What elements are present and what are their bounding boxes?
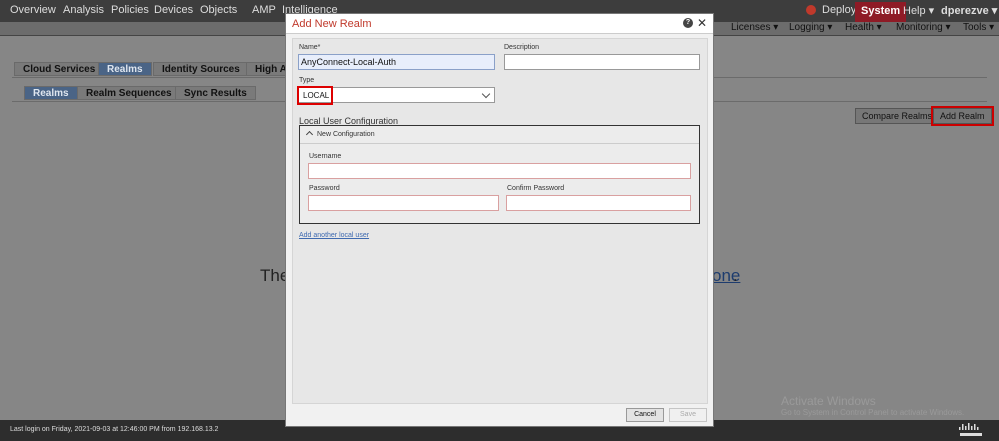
subtab-sync-results[interactable]: Sync Results <box>175 86 256 100</box>
nav-analysis[interactable]: Analysis <box>63 4 104 16</box>
tab-cloud-services[interactable]: Cloud Services <box>14 62 105 76</box>
cancel-button[interactable]: Cancel <box>626 408 664 422</box>
nav-amp[interactable]: AMP <box>252 4 276 16</box>
nav-devices[interactable]: Devices <box>154 4 193 16</box>
save-button[interactable]: Save <box>669 408 707 422</box>
add-another-user-link[interactable]: Add another local user <box>299 232 369 239</box>
subnav-logging[interactable]: Logging ▾ <box>789 22 832 33</box>
username-label: Username <box>309 153 342 160</box>
chevron-down-icon <box>481 89 491 99</box>
nav-policies[interactable]: Policies <box>111 4 149 16</box>
add-realm-button[interactable]: Add Realm <box>931 106 994 126</box>
config-divider <box>300 143 699 144</box>
dialog-title: Add New Realm <box>292 18 372 30</box>
type-label: Type <box>299 77 315 84</box>
user-menu[interactable]: dperezve ▾ <box>941 4 997 17</box>
deploy-link[interactable]: Deploy <box>822 4 856 16</box>
new-configuration-toggle[interactable]: New Configuration <box>305 130 375 139</box>
password-label: Password <box>309 185 340 192</box>
subtab-realm-sequences[interactable]: Realm Sequences <box>77 86 181 100</box>
help-icon[interactable]: ? <box>683 18 693 28</box>
help-menu[interactable]: Help ▾ <box>903 4 934 17</box>
system-tab[interactable]: System <box>855 2 907 22</box>
confirm-password-label: Confirm Password <box>507 185 565 192</box>
subnav-health[interactable]: Health ▾ <box>845 22 882 33</box>
new-configuration-label: New Configuration <box>317 131 375 138</box>
password-field[interactable] <box>308 195 499 211</box>
chevron-up-icon <box>305 130 314 139</box>
description-field[interactable] <box>504 54 700 70</box>
subnav-tools[interactable]: Tools ▾ <box>963 22 994 33</box>
tab-identity-sources[interactable]: Identity Sources <box>153 62 249 76</box>
last-login-text: Last login on Friday, 2021-09-03 at 12:4… <box>10 426 219 433</box>
windows-watermark-subtitle: Go to System in Control Panel to activat… <box>781 408 965 417</box>
nav-objects[interactable]: Objects <box>200 4 237 16</box>
cisco-logo-icon <box>959 423 982 436</box>
windows-watermark-title: Activate Windows <box>781 394 876 408</box>
dialog-header: Add New Realm ? ✕ <box>286 14 713 34</box>
alert-icon[interactable] <box>806 5 816 15</box>
close-icon[interactable]: ✕ <box>697 16 707 30</box>
name-field[interactable]: AnyConnect-Local-Auth <box>298 54 495 70</box>
subnav-licenses[interactable]: Licenses ▾ <box>731 22 778 33</box>
tab-realms[interactable]: Realms <box>98 62 152 76</box>
subtab-realms[interactable]: Realms <box>24 86 78 100</box>
description-label: Description <box>504 44 540 51</box>
username-field[interactable] <box>308 163 691 179</box>
nav-overview[interactable]: Overview <box>10 4 56 16</box>
name-label: Name* <box>299 44 321 51</box>
empty-state-period: . <box>733 266 738 285</box>
subnav-monitoring[interactable]: Monitoring ▾ <box>896 22 951 33</box>
type-highlight-box <box>297 86 333 105</box>
compare-realms-button[interactable]: Compare Realms <box>855 108 940 124</box>
confirm-password-field[interactable] <box>506 195 691 211</box>
